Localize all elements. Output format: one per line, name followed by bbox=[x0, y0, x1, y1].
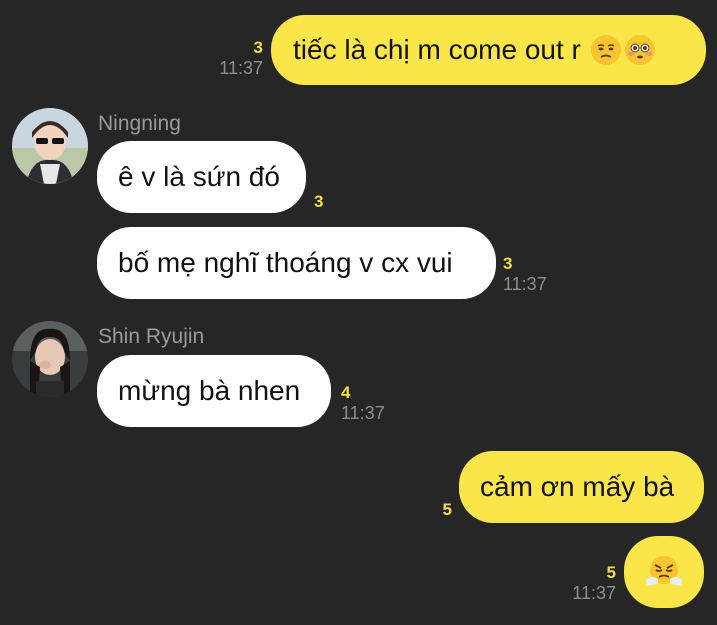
message-meta: 4 11:37 bbox=[341, 383, 385, 424]
read-count: 3 bbox=[253, 38, 263, 57]
message-text: cảm ơn mấy bà bbox=[480, 471, 675, 502]
read-count: 4 bbox=[341, 383, 351, 402]
face-with-steam-emoji-icon bbox=[646, 554, 682, 590]
message-text: tiếc là chị m come out r bbox=[293, 34, 581, 65]
read-count: 3 bbox=[314, 192, 324, 211]
read-count: 3 bbox=[503, 254, 513, 273]
ryujin-avatar[interactable] bbox=[12, 321, 88, 397]
message-time: 11:37 bbox=[219, 58, 263, 78]
flushed-face-emoji-icon bbox=[624, 35, 655, 65]
message-time: 11:37 bbox=[572, 583, 616, 603]
ningning-avatar[interactable] bbox=[12, 108, 88, 184]
their-message-bubble[interactable]: bố mẹ nghĩ thoáng v cx vui bbox=[97, 227, 496, 299]
message-time: 11:37 bbox=[341, 403, 385, 423]
message-meta: 5 11:37 bbox=[560, 563, 616, 604]
their-message-bubble[interactable]: ê v là sứn đó bbox=[97, 141, 306, 213]
message-text: mừng bà nhen bbox=[118, 375, 301, 406]
unamused-face-emoji-icon bbox=[590, 35, 621, 65]
read-count: 5 bbox=[442, 500, 452, 519]
sender-name: Shin Ryujin bbox=[98, 325, 205, 348]
message-text: ê v là sứn đó bbox=[118, 161, 280, 192]
read-count: 5 bbox=[606, 563, 616, 582]
their-message-bubble[interactable]: mừng bà nhen bbox=[97, 355, 331, 427]
message-meta: 3 bbox=[314, 192, 323, 212]
message-text: bố mẹ nghĩ thoáng v cx vui bbox=[118, 247, 453, 278]
my-message-bubble[interactable]: cảm ơn mấy bà bbox=[459, 451, 704, 523]
message-time: 11:37 bbox=[503, 274, 547, 294]
my-emoji-bubble[interactable] bbox=[624, 536, 704, 608]
my-message-bubble[interactable]: tiếc là chị m come out r bbox=[271, 15, 706, 85]
sender-name: Ningning bbox=[98, 112, 181, 135]
message-meta: 5 bbox=[430, 500, 452, 520]
message-meta: 3 11:37 bbox=[503, 254, 547, 295]
message-meta: 3 11:37 bbox=[205, 38, 263, 79]
